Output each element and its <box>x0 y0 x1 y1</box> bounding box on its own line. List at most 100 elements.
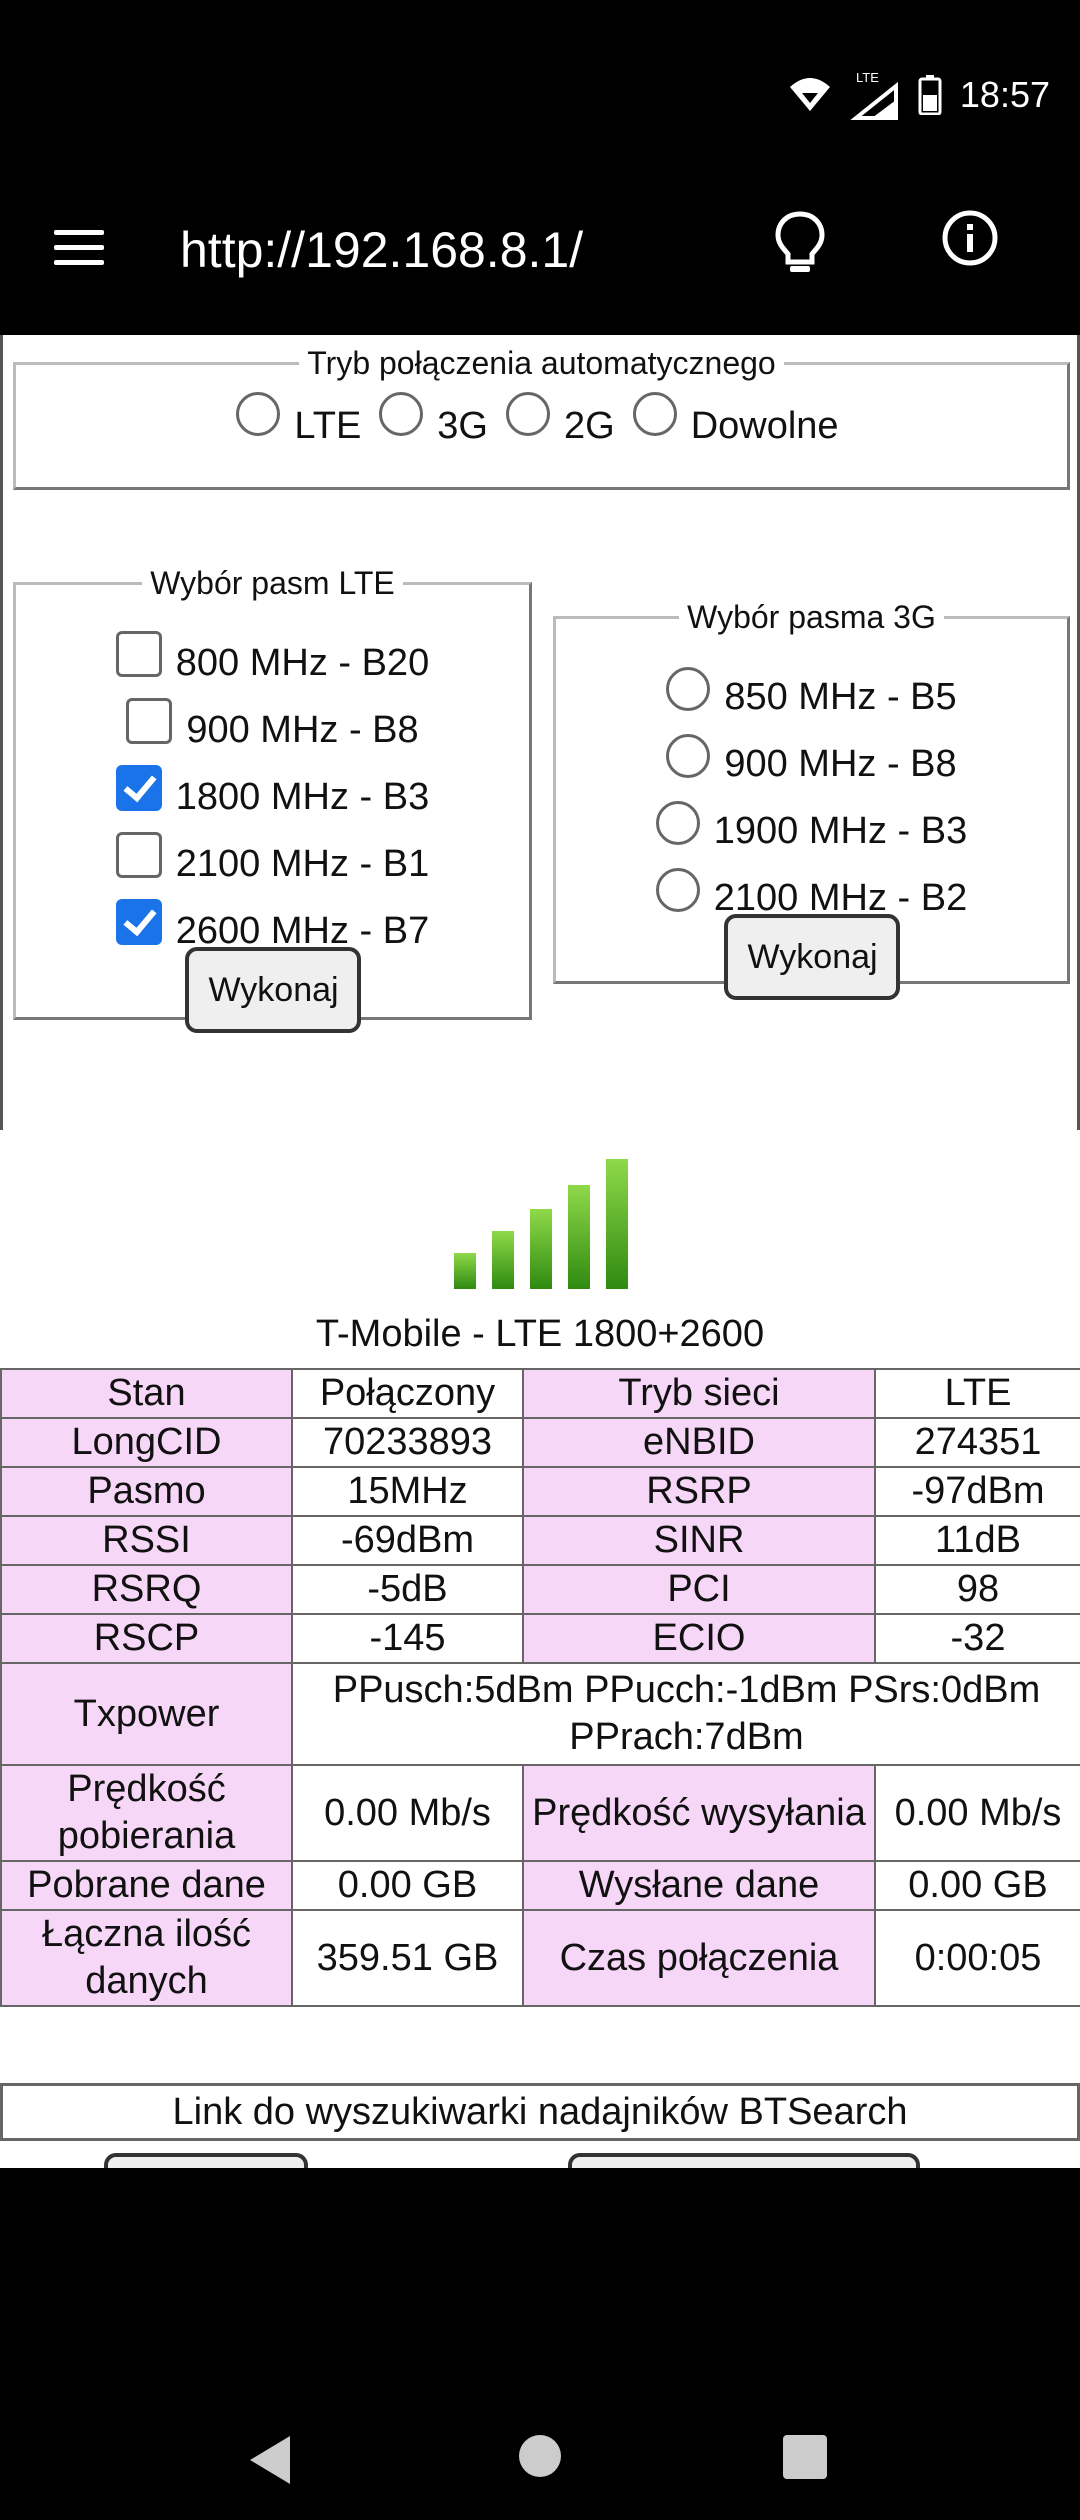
value-cell: 11dB <box>874 1515 1080 1566</box>
checkbox-checked[interactable] <box>115 899 162 945</box>
label-cell: RSSI <box>0 1515 293 1566</box>
value-cell: 0.00 GB <box>291 1860 524 1911</box>
label-cell: ECIO <box>522 1613 876 1664</box>
clock: 18:57 <box>959 74 1050 115</box>
mode-option-any[interactable]: Dowolne <box>632 392 839 447</box>
value-cell: 70233893 <box>291 1417 524 1468</box>
connection-mode-legend: Tryb połączenia automatycznego <box>307 345 776 381</box>
checkbox[interactable] <box>115 832 162 878</box>
value-cell: LTE <box>874 1368 1080 1419</box>
table-row: RSSI -69dBm SINR 11dB <box>0 1515 1080 1566</box>
value-cell: 98 <box>874 1564 1080 1615</box>
label-cell: LongCID <box>0 1417 293 1468</box>
label-cell: RSCP <box>0 1613 293 1664</box>
lte-bands-legend: Wybór pasm LTE <box>150 565 395 601</box>
value-cell: 0.00 Mb/s <box>874 1764 1080 1862</box>
lte-apply-button[interactable]: Wykonaj <box>184 947 361 1033</box>
table-row: RSCP -145 ECIO -32 <box>0 1613 1080 1664</box>
label-cell: RSRP <box>522 1466 876 1517</box>
value-cell: 0.00 GB <box>874 1860 1080 1911</box>
info-icon[interactable] <box>940 208 1000 268</box>
label-cell: Wysłane dane <box>522 1860 876 1911</box>
label-cell: Czas połączenia <box>522 1909 876 2007</box>
band-3g-b2[interactable]: 2100 MHz - B2 <box>655 845 967 919</box>
lte-band-b3[interactable]: 1800 MHz - B3 <box>115 744 429 818</box>
value-cell: -32 <box>874 1613 1080 1664</box>
connection-mode-box: Tryb połączenia automatycznego LTE 3G 2G… <box>13 345 1070 490</box>
band-3g-list: 850 MHz - B5 900 MHz - B8 1900 MHz - B3 … <box>556 644 1067 1000</box>
value-cell: Połączony <box>291 1368 524 1419</box>
lte-band-b20[interactable]: 800 MHz - B20 <box>115 610 429 684</box>
web-content: Tryb połączenia automatycznego LTE 3G 2G… <box>0 335 1080 2168</box>
band-3g-b8[interactable]: 900 MHz - B8 <box>666 711 957 785</box>
table-row: Pobrane dane 0.00 GB Wysłane dane 0.00 G… <box>0 1860 1080 1911</box>
battery-icon <box>918 75 942 115</box>
table-row: Pasmo 15MHz RSRP -97dBm <box>0 1466 1080 1517</box>
value-cell: 0.00 Mb/s <box>291 1764 524 1862</box>
band-3g-b5[interactable]: 850 MHz - B5 <box>666 644 957 718</box>
lte-signal-icon: LTE <box>850 70 898 120</box>
home-icon[interactable] <box>518 2434 562 2478</box>
url-title: http://192.168.8.1/ <box>180 222 584 278</box>
radio-button[interactable] <box>379 392 424 436</box>
value-cell: -145 <box>291 1613 524 1664</box>
status-bar: LTE 18:57 <box>0 0 1080 190</box>
radio-button[interactable] <box>666 667 711 711</box>
svg-text:LTE: LTE <box>856 70 879 85</box>
lte-band-b8[interactable]: 900 MHz - B8 <box>126 677 419 751</box>
operator-info: T-Mobile - LTE 1800+2600 <box>315 1313 765 1355</box>
status-icons: LTE 18:57 <box>788 70 1050 120</box>
radio-button[interactable] <box>666 734 711 778</box>
txpower-value-cell: PPusch:5dBm PPucch:-1dBm PSrs:0dBm PPrac… <box>291 1662 1080 1766</box>
label-cell: Łączna ilość danych <box>0 1909 293 2007</box>
mode-option-lte[interactable]: LTE <box>236 392 361 447</box>
value-cell: -69dBm <box>291 1515 524 1566</box>
app-bar: http://192.168.8.1/ <box>0 190 1080 335</box>
table-row: RSRQ -5dB PCI 98 <box>0 1564 1080 1615</box>
label-cell: Stan <box>0 1368 293 1419</box>
lte-band-b1[interactable]: 2100 MHz - B1 <box>115 811 429 885</box>
band-3g-apply-button[interactable]: Wykonaj <box>723 914 900 1000</box>
recents-icon[interactable] <box>782 2434 828 2480</box>
value-cell: 0:00:05 <box>874 1909 1080 2007</box>
lte-band-b7[interactable]: 2600 MHz - B7 <box>115 878 429 952</box>
partial-button-right[interactable] <box>568 2153 920 2168</box>
label-cell: Txpower <box>0 1662 293 1766</box>
label-cell: Prędkość pobierania <box>0 1764 293 1862</box>
value-cell: -97dBm <box>874 1466 1080 1517</box>
checkbox[interactable] <box>126 698 173 744</box>
label-cell: Pobrane dane <box>0 1860 293 1911</box>
wifi-icon <box>789 78 830 111</box>
radio-button[interactable] <box>632 392 677 436</box>
value-cell: 274351 <box>874 1417 1080 1468</box>
label-cell: eNBID <box>522 1417 876 1468</box>
label-cell: RSRQ <box>0 1564 293 1615</box>
band-3g-legend: Wybór pasma 3G <box>687 599 936 635</box>
radio-button[interactable] <box>506 392 550 436</box>
back-icon[interactable] <box>246 2434 292 2486</box>
mode-option-2g[interactable]: 2G <box>506 392 615 447</box>
table-row: LongCID 70233893 eNBID 274351 <box>0 1417 1080 1468</box>
radio-button[interactable] <box>655 868 700 912</box>
signal-strength-icon <box>454 1159 628 1289</box>
signal-info-table: Stan Połączony Tryb sieci LTE LongCID 70… <box>0 1368 1080 2007</box>
checkbox-checked[interactable] <box>115 765 162 811</box>
checkbox[interactable] <box>115 631 162 677</box>
lightbulb-icon[interactable] <box>770 208 830 278</box>
table-row: Stan Połączony Tryb sieci LTE <box>0 1368 1080 1419</box>
table-row: Prędkość pobierania 0.00 Mb/s Prędkość w… <box>0 1764 1080 1862</box>
band-3g-box: Wybór pasma 3G 850 MHz - B5 900 MHz - B8… <box>553 599 1070 1000</box>
label-cell: SINR <box>522 1515 876 1566</box>
lte-bands-box: Wybór pasm LTE 800 MHz - B20 900 MHz - B… <box>13 565 532 1033</box>
band-3g-b3[interactable]: 1900 MHz - B3 <box>655 778 967 852</box>
menu-icon[interactable] <box>50 218 110 278</box>
radio-button[interactable] <box>655 801 700 845</box>
mode-option-3g[interactable]: 3G <box>379 392 488 447</box>
lte-bands-list: 800 MHz - B20 900 MHz - B8 1800 MHz - B3… <box>16 610 529 1033</box>
label-cell: Prędkość wysyłania <box>522 1764 876 1862</box>
btsearch-link[interactable]: Link do wyszukiwarki nadajników BTSearch <box>0 2083 1080 2141</box>
radio-button[interactable] <box>236 392 281 436</box>
partial-button-left[interactable] <box>104 2153 308 2168</box>
label-cell: Pasmo <box>0 1466 293 1517</box>
table-row-txpower: Txpower PPusch:5dBm PPucch:-1dBm PSrs:0d… <box>0 1662 1080 1766</box>
